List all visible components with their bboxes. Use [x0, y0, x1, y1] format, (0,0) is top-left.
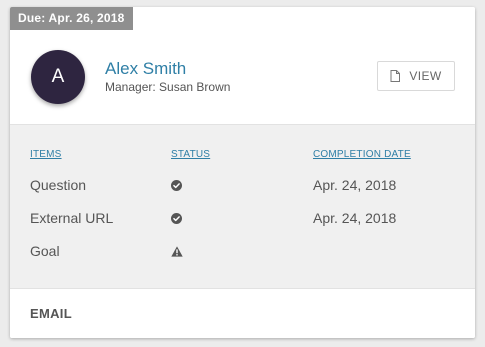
check-circle-icon	[171, 180, 182, 191]
manager-label: Manager: Susan Brown	[105, 80, 231, 94]
row-item-question: Question	[30, 177, 87, 193]
row-item-external-url: External URL	[30, 210, 114, 226]
row-item-goal: Goal	[30, 243, 60, 259]
column-header-items[interactable]: ITEMS	[30, 149, 62, 160]
items-panel: ITEMS STATUS COMPLETION DATE Question Ap…	[10, 124, 475, 289]
row-completion-date: Apr. 24, 2018	[313, 177, 397, 193]
review-card: A Alex Smith Manager: Susan Brown VIEW D…	[10, 7, 475, 338]
avatar-initial: A	[51, 66, 65, 87]
view-button-label: VIEW	[409, 69, 442, 83]
card-footer: EMAIL	[10, 289, 475, 338]
person-name[interactable]: Alex Smith	[105, 59, 186, 79]
document-icon	[390, 70, 401, 82]
due-date-badge: Due: Apr. 26, 2018	[10, 7, 133, 30]
column-header-status[interactable]: STATUS	[171, 149, 210, 160]
warning-triangle-icon	[171, 246, 183, 257]
view-button[interactable]: VIEW	[377, 61, 455, 91]
row-completion-date: Apr. 24, 2018	[313, 210, 397, 226]
email-button[interactable]: EMAIL	[30, 306, 72, 321]
check-circle-icon	[171, 213, 182, 224]
avatar: A	[31, 50, 85, 104]
column-header-completion-date[interactable]: COMPLETION DATE	[313, 149, 411, 160]
